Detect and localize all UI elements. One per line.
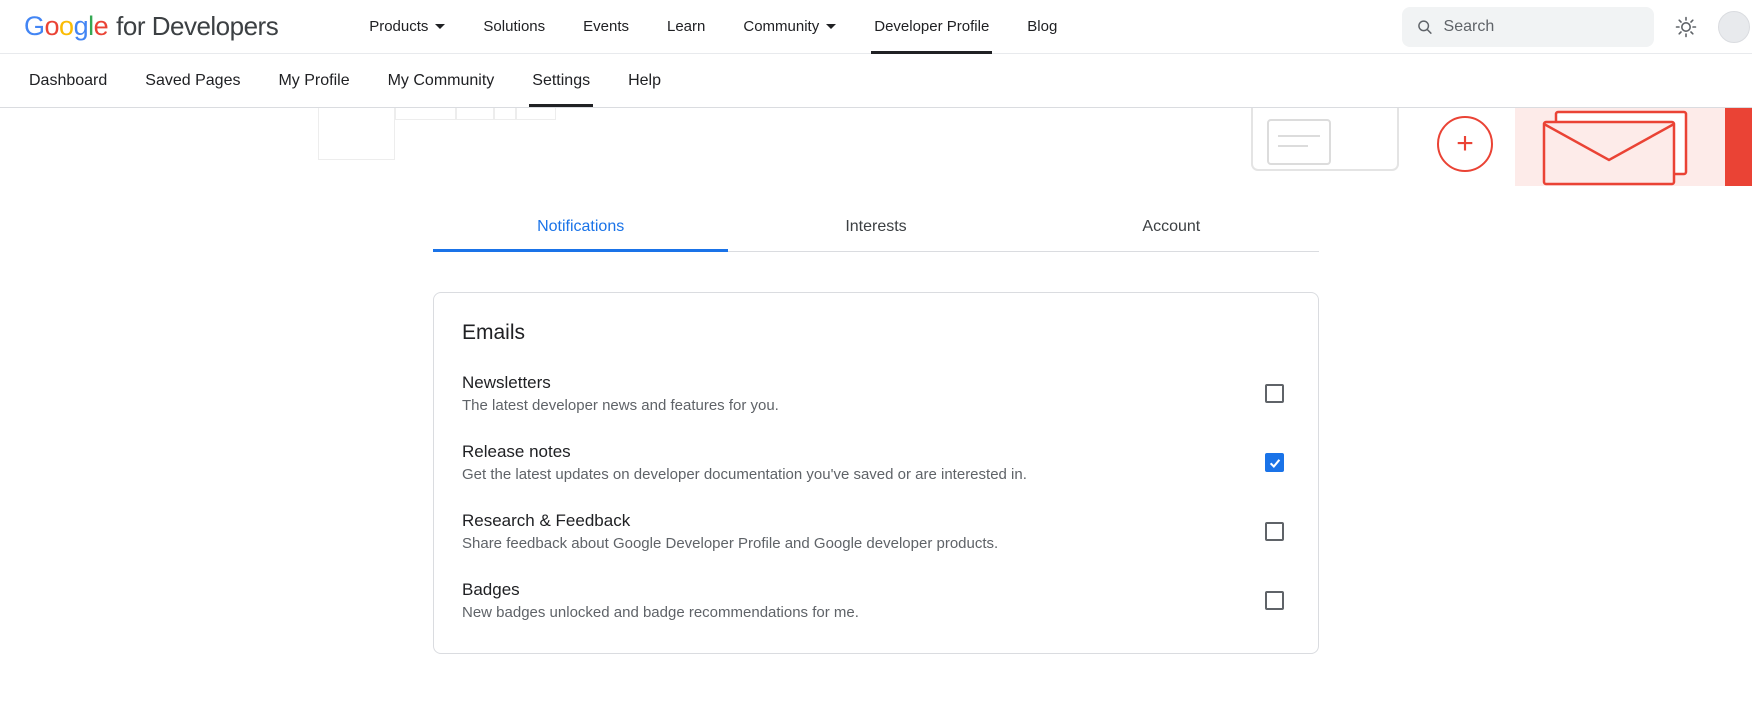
setting-row-research-feedback: Research & Feedback Share feedback about… bbox=[462, 511, 1290, 552]
nav-item-label: Community bbox=[743, 18, 819, 35]
decorative-banner: + bbox=[0, 108, 1752, 186]
settings-tabs: Notifications Interests Account bbox=[433, 202, 1319, 252]
red-edge-bar bbox=[1725, 108, 1752, 186]
setting-title: Research & Feedback bbox=[462, 511, 998, 531]
sun-icon bbox=[1674, 15, 1698, 39]
nav-item-community[interactable]: Community bbox=[724, 0, 855, 54]
sub-item-label: My Community bbox=[388, 72, 495, 90]
logo-letter: o bbox=[59, 11, 74, 42]
check-icon bbox=[1268, 456, 1282, 470]
nav-item-label: Learn bbox=[667, 18, 705, 35]
chevron-down-icon bbox=[435, 24, 445, 29]
nav-item-products[interactable]: Products bbox=[350, 0, 464, 54]
logo-letter: o bbox=[45, 11, 60, 42]
tab-interests[interactable]: Interests bbox=[728, 202, 1023, 251]
theme-toggle-button[interactable] bbox=[1674, 15, 1698, 39]
envelope-illustration-icon bbox=[1528, 110, 1708, 186]
profile-sub-nav: Dashboard Saved Pages My Profile My Comm… bbox=[0, 54, 1752, 108]
decorative-square bbox=[516, 108, 556, 120]
nav-item-label: Solutions bbox=[483, 18, 545, 35]
sub-item-label: Dashboard bbox=[29, 72, 107, 90]
release-notes-checkbox[interactable] bbox=[1265, 453, 1284, 472]
logo-letter: e bbox=[94, 11, 109, 42]
sidebar-item-my-community[interactable]: My Community bbox=[369, 54, 514, 107]
setting-description: Get the latest updates on developer docu… bbox=[462, 466, 1027, 483]
logo-letter: G bbox=[24, 11, 45, 42]
nav-item-solutions[interactable]: Solutions bbox=[464, 0, 564, 54]
main-nav: Products Solutions Events Learn Communit… bbox=[350, 0, 1076, 54]
setting-row-badges: Badges New badges unlocked and badge rec… bbox=[462, 580, 1290, 621]
sidebar-item-help[interactable]: Help bbox=[609, 54, 680, 107]
setting-description: Share feedback about Google Developer Pr… bbox=[462, 535, 998, 552]
nav-item-label: Events bbox=[583, 18, 629, 35]
nav-item-label: Developer Profile bbox=[874, 18, 989, 35]
decorative-square bbox=[456, 108, 494, 120]
setting-title: Badges bbox=[462, 580, 859, 600]
nav-item-label: Products bbox=[369, 18, 428, 35]
nav-item-developer-profile[interactable]: Developer Profile bbox=[855, 0, 1008, 54]
setting-title: Newsletters bbox=[462, 373, 779, 393]
plus-glyph: + bbox=[1456, 129, 1474, 159]
sub-item-label: Help bbox=[628, 72, 661, 90]
setting-row-release-notes: Release notes Get the latest updates on … bbox=[462, 442, 1290, 483]
sidebar-item-saved-pages[interactable]: Saved Pages bbox=[126, 54, 259, 107]
tab-notifications[interactable]: Notifications bbox=[433, 202, 728, 251]
setting-title: Release notes bbox=[462, 442, 1027, 462]
newsletters-checkbox[interactable] bbox=[1265, 384, 1284, 403]
badges-checkbox[interactable] bbox=[1265, 591, 1284, 610]
decorative-square bbox=[395, 108, 456, 120]
decorative-square bbox=[318, 108, 395, 160]
search-input[interactable] bbox=[1444, 18, 1640, 36]
setting-description: The latest developer news and features f… bbox=[462, 397, 779, 414]
sub-item-label: Settings bbox=[532, 72, 590, 90]
sidebar-item-settings[interactable]: Settings bbox=[513, 54, 609, 107]
nav-item-events[interactable]: Events bbox=[564, 0, 648, 54]
chevron-down-icon bbox=[826, 24, 836, 29]
plus-circle-icon: + bbox=[1437, 116, 1493, 172]
logo-suffix: for Developers bbox=[116, 11, 278, 42]
setting-text: Badges New badges unlocked and badge rec… bbox=[462, 580, 859, 621]
search-icon bbox=[1416, 17, 1434, 37]
saved-pages-illustration-icon bbox=[1250, 108, 1418, 172]
research-feedback-checkbox[interactable] bbox=[1265, 522, 1284, 541]
nav-item-blog[interactable]: Blog bbox=[1008, 0, 1076, 54]
avatar[interactable] bbox=[1718, 11, 1750, 43]
tab-account[interactable]: Account bbox=[1024, 202, 1319, 251]
settings-content: Notifications Interests Account Emails N… bbox=[433, 202, 1319, 654]
setting-row-newsletters: Newsletters The latest developer news an… bbox=[462, 373, 1290, 414]
sidebar-item-dashboard[interactable]: Dashboard bbox=[10, 54, 126, 107]
google-logo[interactable]: G o o g l e for Developers bbox=[24, 11, 278, 42]
sidebar-item-my-profile[interactable]: My Profile bbox=[259, 54, 368, 107]
sub-item-label: My Profile bbox=[278, 72, 349, 90]
setting-text: Research & Feedback Share feedback about… bbox=[462, 511, 998, 552]
search-box[interactable] bbox=[1402, 7, 1654, 47]
setting-text: Release notes Get the latest updates on … bbox=[462, 442, 1027, 483]
setting-description: New badges unlocked and badge recommenda… bbox=[462, 604, 859, 621]
nav-item-learn[interactable]: Learn bbox=[648, 0, 724, 54]
emails-card: Emails Newsletters The latest developer … bbox=[433, 292, 1319, 654]
setting-text: Newsletters The latest developer news an… bbox=[462, 373, 779, 414]
top-header: G o o g l e for Developers Products Solu… bbox=[0, 0, 1752, 54]
sub-item-label: Saved Pages bbox=[145, 72, 240, 90]
card-title: Emails bbox=[462, 321, 1290, 345]
header-right bbox=[1402, 7, 1728, 47]
logo-letter: g bbox=[74, 11, 89, 42]
decorative-square bbox=[494, 108, 516, 120]
nav-item-label: Blog bbox=[1027, 18, 1057, 35]
